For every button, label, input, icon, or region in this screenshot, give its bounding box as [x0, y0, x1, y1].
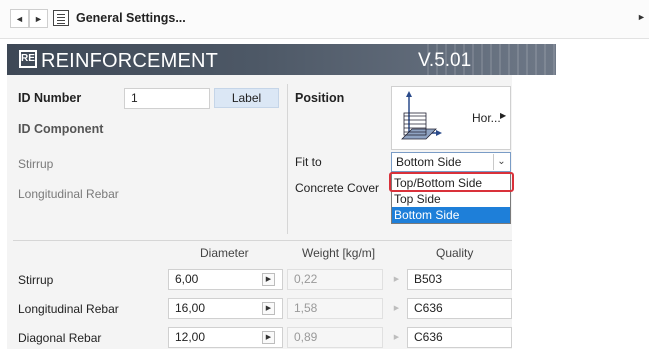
diagonal-weight-arrow-icon: ▶ [393, 334, 400, 341]
chevron-down-icon[interactable]: ⌄ [493, 154, 509, 170]
fit-to-select[interactable]: Bottom Side ⌄ [391, 152, 511, 172]
longitudinal-diameter-arrow-icon[interactable]: ▶ [262, 302, 275, 315]
position-preview-button[interactable]: Hor... ▶ [391, 86, 511, 150]
stirrup-weight-arrow-icon: ▶ [393, 276, 400, 283]
forward-button[interactable]: ► [29, 9, 48, 28]
longitudinal-weight-arrow-icon: ▶ [393, 305, 400, 312]
fit-to-value: Bottom Side [396, 155, 462, 169]
longitudinal-weight-field: 1,58 [287, 298, 383, 319]
stirrup-component-label: Stirrup [18, 157, 54, 171]
option-top-side[interactable]: Top Side [392, 191, 510, 207]
position-expand-icon: ▶ [500, 111, 507, 120]
concrete-cover-label: Concrete Cover [295, 181, 380, 195]
brand-title: REINFORCEMENT [41, 50, 219, 72]
back-icon: ◄ [15, 13, 24, 24]
label-button[interactable]: Label [214, 88, 279, 108]
highlight-box [389, 172, 514, 192]
header-quality: Quality [436, 246, 474, 260]
id-component-label: ID Component [18, 122, 104, 136]
fit-to-label: Fit to [295, 155, 322, 169]
diagonal-diameter-arrow-icon[interactable]: ▶ [262, 331, 275, 344]
row-label-stirrup: Stirrup [18, 273, 54, 287]
row-label-longitudinal: Longitudinal Rebar [18, 302, 119, 316]
forward-icon: ► [34, 13, 43, 24]
stirrup-diameter-arrow-icon[interactable]: ▶ [262, 273, 275, 286]
vertical-divider [287, 84, 288, 234]
diagonal-weight-field: 0,89 [287, 327, 383, 348]
diagonal-quality-field[interactable]: C636 [407, 327, 512, 348]
id-number-field[interactable]: 1 [124, 88, 210, 109]
version-label: V.5.01 [418, 50, 472, 71]
option-bottom-side[interactable]: Bottom Side [392, 207, 510, 223]
rebar-layout-icon [401, 91, 442, 140]
header-weight: Weight [kg/m] [302, 246, 376, 260]
position-button-label: Hor... [472, 111, 501, 125]
longitudinal-component-label: Longitudinal Rebar [18, 187, 119, 201]
longitudinal-quality-field[interactable]: C636 [407, 298, 512, 319]
stirrup-weight-field: 0,22 [287, 269, 383, 290]
position-title: Position [295, 91, 345, 105]
horizontal-divider [13, 240, 512, 241]
panel-title[interactable]: General Settings... [76, 11, 186, 25]
scroll-right-icon[interactable]: ► [637, 12, 646, 22]
back-button[interactable]: ◄ [10, 9, 29, 28]
logo: RE [19, 50, 37, 68]
row-label-diagonal: Diagonal Rebar [18, 331, 102, 345]
stirrup-quality-field[interactable]: B503 [407, 269, 512, 290]
id-number-label: ID Number [18, 91, 82, 105]
header-diameter: Diameter [200, 246, 249, 260]
settings-list-icon[interactable] [53, 10, 69, 26]
